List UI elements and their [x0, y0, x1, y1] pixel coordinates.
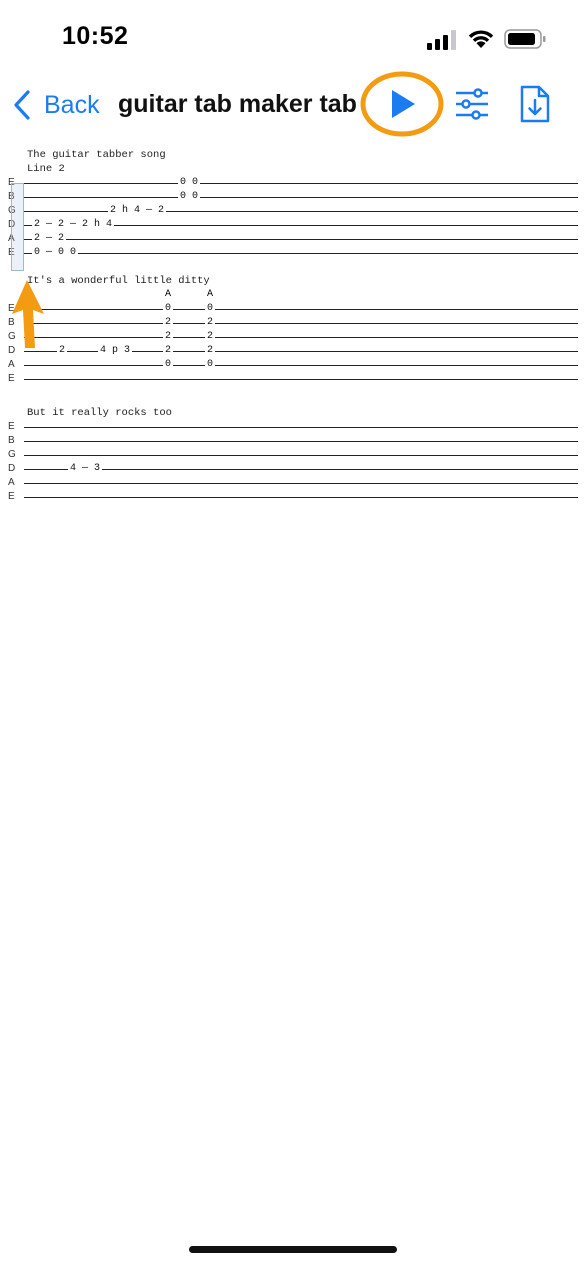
fret-note: 0 0	[178, 190, 201, 204]
fret-note: 4 — 3	[68, 462, 103, 476]
string-line: 0 0	[20, 190, 578, 204]
string-line	[20, 420, 578, 434]
fret-note: 2	[163, 330, 174, 344]
tab-block-2: It's a wonderful little ditty A A E00 B2…	[8, 274, 578, 386]
fret-note: 2 h 4 — 2	[108, 204, 167, 218]
fret-note: 2 — 2 — 2 h 4	[32, 218, 115, 232]
string-row[interactable]: D24 p 322	[8, 344, 578, 358]
string-row[interactable]: E	[8, 420, 578, 434]
string-cursor[interactable]	[11, 183, 24, 271]
chevron-left-icon	[14, 90, 30, 120]
arrow-up-icon	[12, 280, 44, 348]
tab-song-title: The guitar tabber song	[27, 149, 166, 161]
string-row[interactable]: A	[8, 476, 578, 490]
tab-editor[interactable]: The guitar tabber song Line 2 E0 0 B0 0 …	[8, 148, 578, 504]
fret-note: 0	[163, 358, 174, 372]
string-line: 2 h 4 — 2	[20, 204, 578, 218]
play-icon	[392, 90, 415, 118]
tab-line-label: Line 2	[27, 163, 65, 175]
string-line: 0 0	[20, 176, 578, 190]
string-row[interactable]: B22	[8, 316, 578, 330]
string-row[interactable]: D 4 — 3	[8, 462, 578, 476]
status-time: 10:52	[62, 22, 129, 50]
home-indicator[interactable]	[189, 1246, 397, 1253]
accent-mark: A	[207, 289, 214, 300]
string-line: 22	[20, 316, 578, 330]
string-row[interactable]: G22	[8, 330, 578, 344]
string-label: B	[8, 435, 15, 446]
page-title: guitar tab maker tab	[118, 90, 357, 118]
navigation-bar: Back guitar tab maker tab	[0, 70, 585, 140]
fret-note: 2 — 2	[32, 232, 67, 246]
string-row[interactable]: B	[8, 434, 578, 448]
battery-icon	[504, 29, 546, 49]
tab-section-title: It's a wonderful little ditty	[27, 275, 210, 287]
string-label: G	[8, 449, 16, 460]
fret-note: 2	[163, 344, 174, 358]
string-line	[20, 448, 578, 462]
string-row[interactable]: E	[8, 490, 578, 504]
block-gap	[8, 260, 578, 274]
back-label: Back	[44, 90, 100, 119]
fret-note: 2	[205, 344, 216, 358]
fret-note: 0	[205, 302, 216, 316]
document-download-icon[interactable]	[518, 84, 552, 124]
string-line	[20, 434, 578, 448]
fret-note: 2	[163, 316, 174, 330]
string-line: 22	[20, 330, 578, 344]
string-line	[20, 490, 578, 504]
status-bar: 10:52	[0, 0, 585, 70]
string-row[interactable]: E0 0	[8, 176, 578, 190]
fret-note: 0 0	[178, 176, 201, 190]
wifi-icon	[468, 30, 494, 48]
string-label: E	[8, 373, 15, 384]
string-line: 0 — 0 0	[20, 246, 578, 260]
string-row[interactable]: G	[8, 448, 578, 462]
fret-note: 2	[205, 330, 216, 344]
string-row[interactable]: E00	[8, 302, 578, 316]
string-line	[20, 372, 578, 386]
fret-note: 2	[205, 316, 216, 330]
signal-icon	[427, 30, 456, 50]
string-line	[20, 476, 578, 490]
back-button[interactable]: Back	[12, 88, 100, 122]
play-button[interactable]	[360, 70, 446, 138]
accent-mark: A	[165, 289, 172, 300]
string-row[interactable]: D2 — 2 — 2 h 4	[8, 218, 578, 232]
string-line: 2 — 2	[20, 232, 578, 246]
string-line: 00	[20, 358, 578, 372]
accent-row: A A	[8, 288, 578, 302]
string-line: 2 4 p 3 2 2	[20, 344, 578, 358]
string-line: 4 — 3	[20, 462, 578, 476]
tab-block-3: But it really rocks too E B G D 4 — 3 A E	[8, 406, 578, 504]
string-row[interactable]: B0 0	[8, 190, 578, 204]
string-row[interactable]: A00	[8, 358, 578, 372]
string-line: 2 — 2 — 2 h 4	[20, 218, 578, 232]
fret-note: 0 — 0 0	[32, 246, 79, 260]
fret-note: 0	[205, 358, 216, 372]
sliders-icon[interactable]	[454, 88, 490, 120]
tab-block-1: The guitar tabber song Line 2 E0 0 B0 0 …	[8, 148, 578, 260]
string-label: E	[8, 491, 15, 502]
string-row[interactable]: G2 h 4 — 2	[8, 204, 578, 218]
string-label: D	[8, 463, 16, 474]
tab-section-title: But it really rocks too	[27, 407, 172, 419]
string-label: A	[8, 477, 15, 488]
string-label: A	[8, 359, 15, 370]
string-row[interactable]: E0 — 0 0	[8, 246, 578, 260]
string-row[interactable]: A2 — 2	[8, 232, 578, 246]
fret-note: 0	[163, 302, 174, 316]
string-label: E	[8, 421, 15, 432]
fret-note: 4 p 3	[98, 344, 133, 358]
block-gap	[8, 386, 578, 406]
fret-note: 2	[57, 344, 68, 358]
string-row[interactable]: E	[8, 372, 578, 386]
string-line: 00	[20, 302, 578, 316]
